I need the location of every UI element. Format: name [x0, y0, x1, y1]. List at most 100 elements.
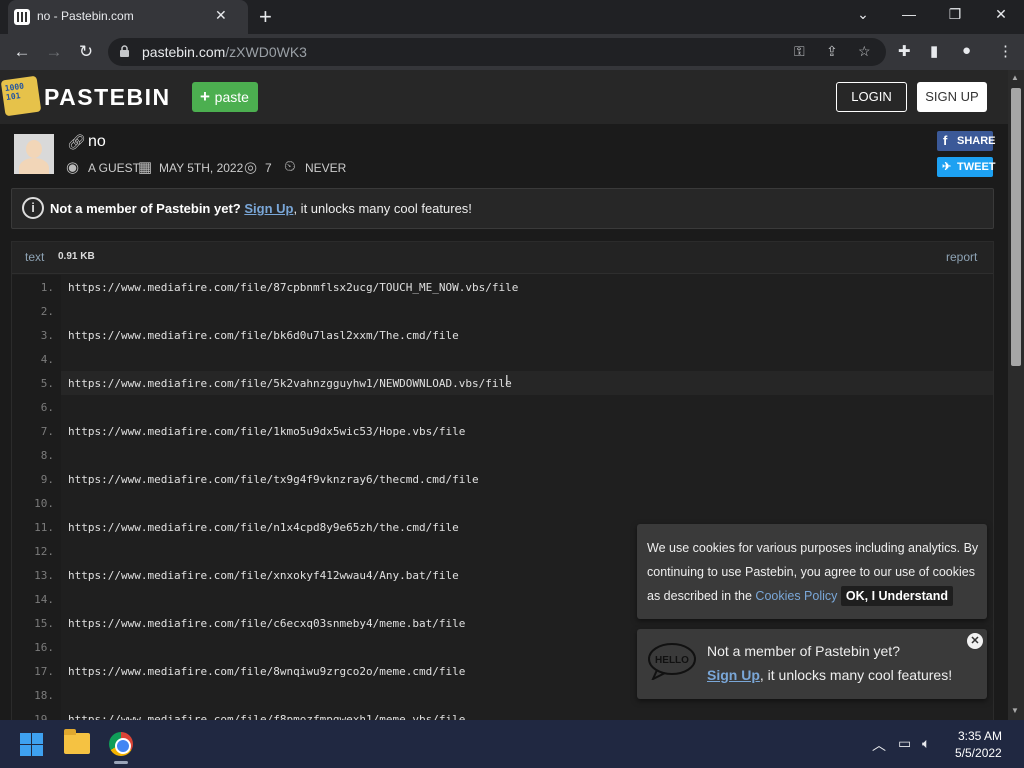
calendar-icon: ▦: [138, 159, 153, 176]
file-explorer-icon[interactable]: [64, 729, 90, 754]
twitter-icon: ✈︎: [942, 161, 952, 173]
facebook-share-button[interactable]: f SHARE: [937, 131, 996, 151]
line-number: 11.: [34, 521, 54, 534]
forward-icon[interactable]: →: [42, 42, 66, 62]
scrollbar-thumb[interactable]: [1011, 88, 1021, 366]
plus-icon: +: [200, 87, 215, 106]
hello-speech-bubble-icon: HELLO: [648, 643, 696, 680]
line-number: 12.: [34, 545, 54, 558]
extensions-puzzle-icon[interactable]: ✚: [898, 42, 911, 60]
code-line[interactable]: https://www.mediafire.com/file/bk6d0u7la…: [68, 329, 459, 342]
line-number: 6.: [40, 401, 54, 414]
chrome-icon[interactable]: [109, 732, 133, 756]
scroll-down-icon[interactable]: ▼: [1011, 706, 1019, 715]
line-number: 3.: [40, 329, 54, 342]
back-icon[interactable]: ←: [10, 42, 34, 62]
text-cursor-icon: I: [505, 372, 509, 387]
popup-line1: Not a member of Pastebin yet?: [707, 643, 900, 659]
code-line[interactable]: https://www.mediafire.com/file/1kmo5u9dx…: [68, 425, 465, 438]
paste-title: no: [88, 133, 106, 150]
tray-overflow-chevron-icon[interactable]: ︿: [872, 735, 886, 755]
menu-kebab-icon[interactable]: ⋮: [998, 42, 1013, 60]
twitter-tweet-button[interactable]: ✈︎ TWEET: [937, 157, 996, 177]
profile-icon[interactable]: ●: [962, 42, 971, 59]
paste-author[interactable]: A GUEST: [88, 161, 140, 175]
eye-icon: ◎: [244, 159, 258, 176]
line-number: 18.: [34, 689, 54, 702]
paste-date: MAY 5TH, 2022: [159, 161, 244, 175]
share-label: SHARE: [957, 135, 996, 147]
avatar: [14, 134, 54, 174]
link-icon: 🔗︎: [67, 134, 87, 151]
window-close-icon[interactable]: ✕: [986, 6, 1016, 23]
popup-line2: Sign Up, it unlocks many cool features!: [707, 667, 952, 683]
clock-time[interactable]: 3:35 AM: [958, 729, 1002, 743]
logo-badge-text: 1000 101: [4, 81, 25, 103]
line-number: 14.: [34, 593, 54, 606]
popup-line2-rest: , it unlocks many cool features!: [759, 667, 953, 683]
volume-icon[interactable]: 🔈︎: [922, 735, 930, 752]
code-line[interactable]: https://www.mediafire.com/file/87cpbnmfl…: [68, 281, 518, 294]
line-number: 2.: [40, 305, 54, 318]
timer-icon: ⏲︎: [284, 158, 296, 175]
code-line[interactable]: https://www.mediafire.com/file/c6ecxq03s…: [68, 617, 465, 630]
line-number: 7.: [40, 425, 54, 438]
url-text: pastebin.com/zXWD0WK3: [142, 44, 307, 60]
notice-signup-link[interactable]: Sign Up: [244, 201, 293, 216]
line-number: 4.: [40, 353, 54, 366]
report-link[interactable]: report: [946, 250, 977, 264]
windows-taskbar: [0, 720, 1024, 768]
line-number: 16.: [34, 641, 54, 654]
pastebin-favicon-icon: [14, 9, 30, 25]
user-icon: ◉: [66, 159, 80, 176]
clock-date[interactable]: 5/5/2022: [955, 746, 1002, 760]
side-panel-icon[interactable]: ▮: [930, 42, 938, 60]
login-button[interactable]: LOGIN: [836, 82, 907, 112]
notice-bold: Not a member of Pastebin yet?: [50, 201, 241, 216]
tab-search-chevron-icon[interactable]: ⌄: [848, 6, 878, 23]
popup-close-icon[interactable]: ✕: [967, 633, 983, 649]
notice-rest: , it unlocks many cool features!: [293, 201, 472, 216]
code-header: [12, 242, 993, 274]
network-icon[interactable]: ▭: [898, 735, 911, 752]
windows-start-icon[interactable]: [20, 733, 43, 756]
line-number: 17.: [34, 665, 54, 678]
line-number: 9.: [40, 473, 54, 486]
scroll-up-icon[interactable]: ▲: [1011, 73, 1019, 82]
url-path: /zXWD0WK3: [225, 44, 307, 60]
code-line[interactable]: https://www.mediafire.com/file/tx9g4f9vk…: [68, 473, 479, 486]
restore-icon[interactable]: ❐: [940, 6, 970, 23]
paste-views: 7: [265, 161, 272, 175]
lock-icon: [120, 45, 129, 57]
cookies-policy-link[interactable]: Cookies Policy: [755, 589, 837, 603]
bookmark-star-icon[interactable]: ☆: [858, 43, 871, 60]
signup-button[interactable]: SIGN UP: [917, 82, 987, 112]
line-number: 5.: [40, 377, 54, 390]
active-app-indicator: [114, 761, 128, 764]
code-line[interactable]: https://www.mediafire.com/file/xnxokyf41…: [68, 569, 459, 582]
popup-signup-link[interactable]: Sign Up: [707, 667, 760, 683]
share-icon[interactable]: ⇪: [826, 43, 838, 60]
site-logo-text[interactable]: PASTEBIN: [44, 84, 171, 111]
tab-close-icon[interactable]: ✕: [215, 7, 227, 24]
code-line[interactable]: https://www.mediafire.com/file/5k2vahnzg…: [68, 377, 512, 390]
line-number: 10.: [34, 497, 54, 510]
tab-title: no - Pastebin.com: [37, 9, 134, 23]
paste-size: 0.91 KB: [58, 251, 95, 262]
line-number: 8.: [40, 449, 54, 462]
new-paste-button[interactable]: + paste: [192, 82, 258, 112]
cookie-text: We use cookies for various purposes incl…: [647, 536, 982, 608]
minimize-icon[interactable]: —: [894, 6, 924, 22]
line-number: 15.: [34, 617, 54, 630]
syntax-language[interactable]: text: [25, 250, 44, 264]
hello-bubble-text: HELLO: [655, 655, 689, 666]
reload-icon[interactable]: ↻: [74, 42, 98, 62]
new-tab-icon[interactable]: +: [259, 4, 272, 30]
info-icon: i: [22, 197, 44, 219]
tweet-label: TWEET: [957, 161, 996, 173]
cookie-accept-button[interactable]: OK, I Understand: [840, 586, 953, 606]
code-line[interactable]: https://www.mediafire.com/file/8wnqiwu9z…: [68, 665, 465, 678]
pastebin-logo-icon[interactable]: 1000 101: [0, 75, 42, 117]
key-icon[interactable]: ⚿: [794, 43, 805, 60]
code-line[interactable]: https://www.mediafire.com/file/n1x4cpd8y…: [68, 521, 459, 534]
